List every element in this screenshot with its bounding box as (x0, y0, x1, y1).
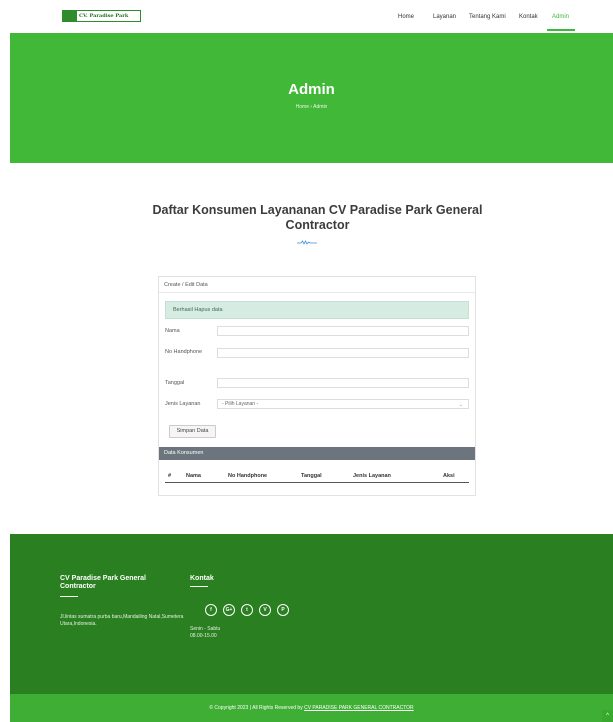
breadcrumb[interactable]: Home › Admin (10, 104, 613, 110)
nav-layanan[interactable]: Layanan (433, 14, 456, 20)
footer-address: Jl.lintas sumatra purba baru,Mandailing … (60, 614, 184, 627)
footer-contact-title: Kontak (190, 575, 214, 582)
column-header-jenis-layanan: Jenis Layanan (353, 473, 391, 479)
back-to-top-button[interactable]: ^ (602, 710, 613, 722)
table-header-divider (165, 482, 469, 483)
table-title-bar: Data Konsumen (159, 447, 475, 460)
logo-text: CV. Paradise Park (79, 13, 129, 19)
card-header: Create / Edit Data (159, 277, 475, 293)
tanggal-label: Tanggal (165, 380, 185, 386)
column-header-aksi: Aksi (443, 473, 455, 479)
copyright-link[interactable]: CV PARADISE PARK GENERAL CONTRACTOR (304, 705, 414, 711)
footer-company-title: CV Paradise Park General Contractor (60, 575, 146, 590)
copyright-prefix: © Copyright 2023 | All Rights Reserved b… (209, 705, 303, 711)
wave-divider-icon (297, 240, 317, 245)
nav-kontak[interactable]: Kontak (519, 14, 538, 20)
logo-mark-icon (63, 11, 77, 21)
layanan-select-value: - Pilih Layanan - (222, 401, 259, 407)
column-header-tanggal: Tanggal (301, 473, 322, 479)
top-navbar: CV. Paradise Park Home Layanan Tentang K… (0, 0, 613, 33)
konsumen-card: Create / Edit Data Berhasil Hapus data N… (158, 276, 476, 496)
column-header-handphone: No Handphone (228, 473, 268, 479)
active-nav-indicator (547, 29, 575, 31)
nav-tentang-kami[interactable]: Tentang Kami (469, 14, 506, 20)
company-logo[interactable]: CV. Paradise Park (62, 10, 141, 22)
copyright-text: © Copyright 2023 | All Rights Reserved b… (10, 705, 613, 711)
google-plus-icon[interactable]: G+ (223, 604, 235, 616)
page-title: Admin (288, 81, 335, 98)
success-alert: Berhasil Hapus data (165, 301, 469, 319)
save-button[interactable]: Simpan Data (169, 425, 216, 438)
twitter-icon[interactable]: t (241, 604, 253, 616)
handphone-label: No Handphone (165, 349, 203, 355)
handphone-input[interactable] (217, 348, 469, 358)
facebook-icon[interactable]: f (205, 604, 217, 616)
site-footer: CV Paradise Park General Contractor Jl.l… (10, 534, 613, 694)
copyright-bar: © Copyright 2023 | All Rights Reserved b… (10, 694, 613, 722)
page-hero: Admin Home › Admin (10, 33, 613, 163)
footer-contact-rule (190, 586, 208, 587)
pinterest-icon[interactable]: P (277, 604, 289, 616)
column-header-number: # (168, 473, 172, 479)
chevron-down-icon: ⌄ (458, 402, 463, 408)
nama-label: Nama (165, 328, 180, 334)
footer-company-rule (60, 596, 78, 597)
section-title: Daftar Konsumen Layananan CV Paradise Pa… (152, 203, 483, 232)
vine-icon[interactable]: V (259, 604, 271, 616)
column-header-nama: Nama (186, 473, 201, 479)
nav-admin[interactable]: Admin (552, 14, 569, 20)
tanggal-input[interactable] (217, 378, 469, 388)
nav-home[interactable]: Home (398, 14, 414, 20)
footer-hours-time: 08.00-15.00 (190, 633, 217, 639)
layanan-label: Jenis Layanan (165, 401, 201, 407)
nama-input[interactable] (217, 326, 469, 336)
footer-hours-days: Senin - Sabtu (190, 626, 221, 632)
layanan-select[interactable]: - Pilih Layanan - ⌄ (217, 399, 469, 409)
